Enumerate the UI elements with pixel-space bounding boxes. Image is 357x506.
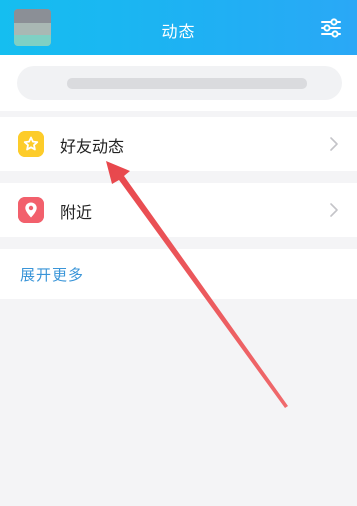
empty-area (0, 299, 357, 506)
list-item-friends-feed[interactable]: 好友动态 (0, 117, 357, 171)
expand-more-row: 展开更多 (0, 249, 357, 299)
star-badge-icon (18, 131, 44, 157)
chevron-right-icon (330, 137, 338, 151)
list-item-nearby[interactable]: 附近 (0, 183, 357, 237)
sliders-icon[interactable] (320, 17, 342, 39)
search-placeholder (67, 78, 307, 89)
list-item-label: 好友动态 (60, 137, 125, 156)
chevron-right-icon (330, 203, 338, 217)
list-item-label: 附近 (60, 203, 93, 222)
page-title: 动态 (161, 22, 196, 41)
divider (0, 171, 357, 183)
location-pin-icon (18, 197, 44, 223)
search-section (0, 55, 357, 111)
top-bar: 动态 (0, 0, 357, 55)
divider (0, 237, 357, 249)
expand-more-link[interactable]: 展开更多 (20, 264, 84, 285)
search-input[interactable] (17, 66, 342, 100)
